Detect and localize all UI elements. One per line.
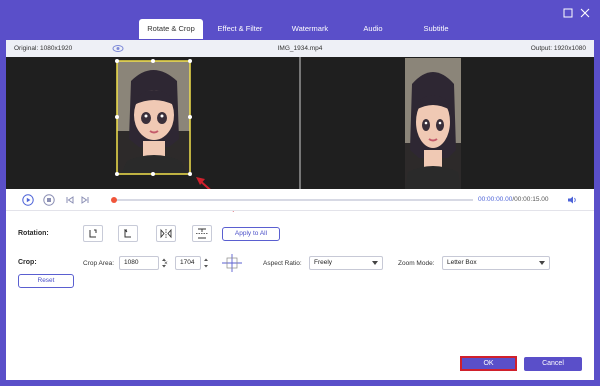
crop-times-sign: × xyxy=(164,260,168,267)
crop-area-label: Crop Area: xyxy=(83,260,115,267)
rotate-right-button[interactable] xyxy=(118,225,138,242)
stop-icon[interactable] xyxy=(43,194,55,206)
play-icon[interactable] xyxy=(22,194,34,206)
portrait-image-output xyxy=(405,58,461,189)
output-preview xyxy=(301,57,594,189)
previous-frame-icon[interactable] xyxy=(64,194,76,206)
chevron-down-icon xyxy=(539,261,545,265)
crosshair-center-icon[interactable] xyxy=(221,253,243,273)
chevron-down-icon xyxy=(372,261,378,265)
flip-horizontal-icon xyxy=(160,228,172,239)
flip-horizontal-button[interactable] xyxy=(156,225,176,242)
editor-panel: Original: 1080x1920 IMG_1934.mp4 Output:… xyxy=(6,40,594,380)
info-bar: Original: 1080x1920 IMG_1934.mp4 Output:… xyxy=(6,40,594,57)
total-time: /00:00:15.00 xyxy=(512,196,549,203)
apply-to-all-button[interactable]: Apply to All xyxy=(222,227,280,241)
next-frame-icon[interactable] xyxy=(79,194,91,206)
flip-vertical-icon xyxy=(196,228,208,239)
ok-button[interactable]: OK xyxy=(460,356,517,371)
tab-subtitle[interactable]: Subtitle xyxy=(403,19,469,39)
tab-rotate-crop[interactable]: Rotate & Crop xyxy=(139,19,203,39)
crop-width-input[interactable]: 1080 xyxy=(119,256,159,270)
output-frame xyxy=(405,58,461,189)
current-time: 00:00:00.00 xyxy=(478,196,513,203)
playback-bar: 00:00:00.00/00:00:15.00 xyxy=(6,189,594,211)
rotate-left-icon xyxy=(89,229,97,238)
zoom-mode-value: Letter Box xyxy=(447,259,477,266)
crop-height-input[interactable]: 1704 xyxy=(175,256,201,270)
close-icon[interactable] xyxy=(580,8,590,18)
crop-overlay[interactable] xyxy=(6,57,299,189)
zoom-mode-select[interactable]: Letter Box xyxy=(442,256,550,270)
file-name: IMG_1934.mp4 xyxy=(277,45,323,52)
tab-effect-filter[interactable]: Effect & Filter xyxy=(203,19,277,39)
rotate-left-button[interactable] xyxy=(83,225,103,242)
rotation-label: Rotation: xyxy=(18,230,49,237)
title-bar: Rotate & Crop Effect & Filter Watermark … xyxy=(0,0,600,42)
timeline-knob[interactable] xyxy=(111,197,117,203)
cancel-button[interactable]: Cancel xyxy=(524,357,582,371)
tab-bar: Rotate & Crop Effect & Filter Watermark … xyxy=(139,19,469,39)
rotate-right-icon xyxy=(123,229,131,238)
timeline-track[interactable] xyxy=(113,199,473,201)
source-preview[interactable] xyxy=(6,57,299,189)
aspect-ratio-value: Freely xyxy=(314,259,333,266)
zoom-mode-label: Zoom Mode: xyxy=(398,260,435,267)
volume-icon[interactable] xyxy=(566,194,578,206)
maximize-icon[interactable] xyxy=(563,8,573,18)
video-preview-area xyxy=(6,57,594,212)
output-resolution: Output: 1920x1080 xyxy=(530,45,586,52)
tab-watermark[interactable]: Watermark xyxy=(277,19,343,39)
aspect-ratio-label: Aspect Ratio: xyxy=(263,260,302,267)
tab-audio[interactable]: Audio xyxy=(343,19,403,39)
crop-height-stepper[interactable] xyxy=(202,256,210,270)
aspect-ratio-select[interactable]: Freely xyxy=(309,256,383,270)
reset-button[interactable]: Reset xyxy=(18,274,74,288)
flip-vertical-button[interactable] xyxy=(192,225,212,242)
time-display: 00:00:00.00/00:00:15.00 xyxy=(478,196,549,203)
crop-label: Crop: xyxy=(18,259,37,266)
editor-window: Rotate & Crop Effect & Filter Watermark … xyxy=(0,0,600,386)
